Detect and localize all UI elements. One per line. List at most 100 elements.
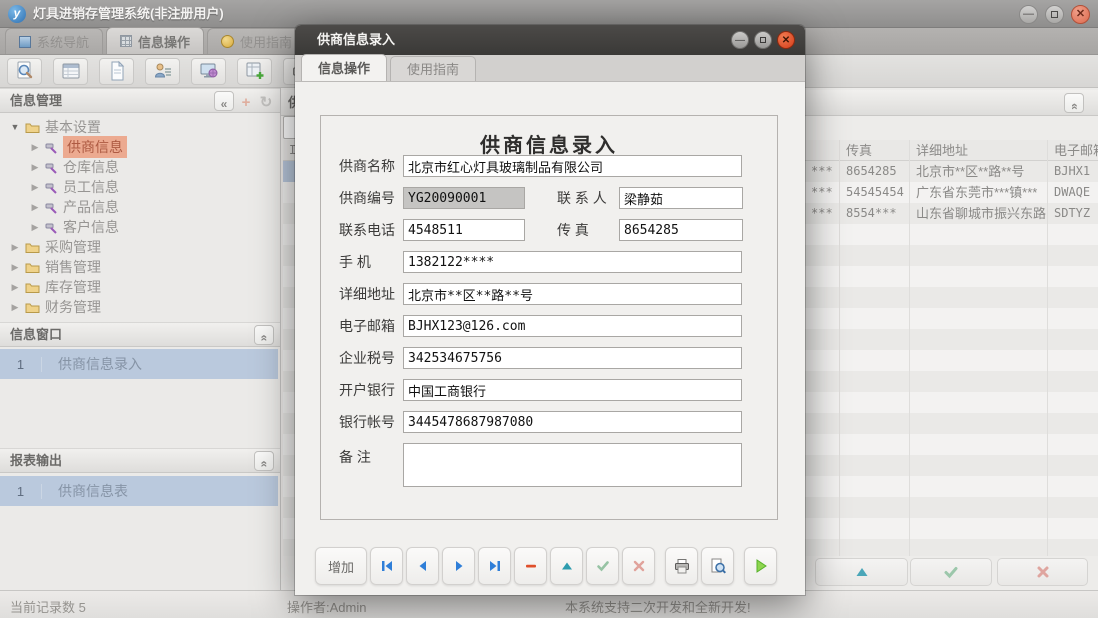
table-row[interactable]: *** 8554*** 山东省聊城市振兴东路 SDTYZ [805, 203, 1098, 224]
first-record-button[interactable] [370, 547, 403, 585]
table-view-button[interactable] [53, 58, 88, 85]
tree-label: 仓库信息 [63, 157, 119, 177]
tree-item-employee-info[interactable]: ▶ 员工信息 [0, 177, 278, 197]
next-record-button[interactable] [442, 547, 475, 585]
close-icon: ✕ [1076, 9, 1085, 20]
minimize-button[interactable]: — [1019, 5, 1038, 24]
panel-title: 信息窗口 [10, 327, 62, 342]
field-label: 供商编号 [339, 188, 403, 208]
collapse-sidebar-button[interactable]: « [214, 91, 234, 111]
collapse-panel-button[interactable]: « [254, 451, 274, 471]
data-grid[interactable]: 传真 详细地址 电子邮箱 *** 8654285 北京市**区**路**号 BJ… [805, 140, 1098, 556]
tree-item-warehouse-info[interactable]: ▶ 仓库信息 [0, 157, 278, 177]
last-record-button[interactable] [478, 547, 511, 585]
print-preview-button[interactable] [701, 547, 734, 585]
refresh-icon[interactable]: ↻ [258, 91, 274, 111]
add-icon[interactable]: + [238, 91, 254, 111]
tree-folder-sales-mgmt[interactable]: ▶ 销售管理 [0, 257, 278, 277]
grid-icon [120, 35, 132, 47]
tree-folder-inventory-mgmt[interactable]: ▶ 库存管理 [0, 277, 278, 297]
chevron-up-icon: « [1062, 103, 1087, 110]
tree-item-customer-info[interactable]: ▶ 客户信息 [0, 217, 278, 237]
expander-icon[interactable]: ▶ [10, 282, 20, 293]
tool-icon [45, 141, 58, 154]
monitor-button[interactable] [191, 58, 226, 85]
confirm-button[interactable] [586, 547, 619, 585]
print-button[interactable] [665, 547, 698, 585]
contact-person-field[interactable] [619, 187, 743, 209]
new-document-button[interactable] [99, 58, 134, 85]
expander-icon[interactable]: ▶ [10, 262, 20, 273]
expander-icon[interactable]: ▶ [10, 302, 20, 313]
table-row[interactable]: *** 54545454 广东省东莞市***镇*** DWAQE [805, 182, 1098, 203]
info-window-item[interactable]: 1 供商信息录入 [0, 349, 278, 379]
report-item[interactable]: 1 供商信息表 [0, 476, 278, 506]
expander-open-icon[interactable]: ▼ [10, 122, 20, 132]
cancel-button[interactable] [622, 547, 655, 585]
table-add-button[interactable] [237, 58, 272, 85]
expander-icon[interactable]: ▶ [30, 182, 40, 193]
bank-account-field[interactable] [403, 411, 742, 433]
sidebar: 信息管理 + ↻ « ▼ 基本设置 ▶ 供商信息 ▶ 仓库信息 [0, 88, 281, 590]
tree-item-supplier-info[interactable]: ▶ 供商信息 [0, 137, 278, 157]
dialog-tab-user-guide[interactable]: 使用指南 [390, 56, 476, 81]
confirm-button[interactable] [910, 558, 992, 586]
expander-icon[interactable]: ▶ [30, 142, 40, 153]
form-title: 供商信息录入 [321, 129, 777, 155]
top-record-button[interactable] [550, 547, 583, 585]
tree-folder-finance-mgmt[interactable]: ▶ 财务管理 [0, 297, 278, 317]
dialog-maximize-button[interactable] [754, 31, 772, 49]
collapse-panel-button[interactable]: « [254, 325, 274, 345]
tab-info-ops[interactable]: 信息操作 [106, 27, 204, 54]
cancel-button[interactable] [997, 558, 1088, 586]
dialog-tab-info-ops[interactable]: 信息操作 [301, 54, 387, 81]
window-titlebar: y 灯具进销存管理系统(非注册用户) — ✕ [0, 0, 1098, 28]
panel-header-report-output: 报表输出 « [0, 448, 280, 473]
close-button[interactable]: ✕ [1071, 5, 1090, 24]
delete-record-button[interactable] [514, 547, 547, 585]
tab-system-nav[interactable]: 系统导航 [5, 28, 103, 54]
tree-label: 客户信息 [63, 217, 119, 237]
printer-icon [673, 557, 691, 575]
tree-folder-purchase-mgmt[interactable]: ▶ 采购管理 [0, 237, 278, 257]
dialog-minimize-button[interactable]: — [731, 31, 749, 49]
field-label: 联系电话 [339, 220, 403, 240]
operator-label: 操作者:Admin [287, 597, 366, 616]
search-document-icon [14, 60, 36, 82]
item-label: 供商信息表 [42, 481, 128, 501]
grid-header-row: 传真 详细地址 电子邮箱 [805, 140, 1098, 161]
expander-icon[interactable]: ▶ [30, 162, 40, 173]
phone-field[interactable] [403, 219, 525, 241]
expander-icon[interactable]: ▶ [30, 202, 40, 213]
tree-item-product-info[interactable]: ▶ 产品信息 [0, 197, 278, 217]
address-field[interactable] [403, 283, 742, 305]
chevron-up-icon: « [252, 461, 276, 468]
run-button[interactable] [744, 547, 777, 585]
top-button[interactable] [815, 558, 908, 586]
last-icon [487, 558, 503, 574]
tax-number-field[interactable] [403, 347, 742, 369]
search-button[interactable] [7, 58, 42, 85]
field-label: 详细地址 [339, 284, 403, 304]
table-row[interactable]: *** 8654285 北京市**区**路**号 BJHX1 [805, 161, 1098, 182]
field-label: 银行帐号 [339, 412, 403, 432]
prev-record-button[interactable] [406, 547, 439, 585]
add-record-button[interactable]: 增加 [315, 547, 367, 585]
tab-user-guide[interactable]: 使用指南 [207, 28, 306, 54]
supplier-code-field[interactable] [403, 187, 525, 209]
user-list-button[interactable] [145, 58, 180, 85]
preview-icon [709, 557, 727, 575]
supplier-name-field[interactable] [403, 155, 742, 177]
tree-folder-basic-settings[interactable]: ▼ 基本设置 [0, 117, 278, 137]
collapse-content-button[interactable]: « [1064, 93, 1084, 113]
bank-field[interactable] [403, 379, 742, 401]
fax-field[interactable] [619, 219, 743, 241]
expander-icon[interactable]: ▶ [10, 242, 20, 253]
email-field[interactable] [403, 315, 742, 337]
maximize-button[interactable] [1045, 5, 1064, 24]
dialog-close-button[interactable]: ✕ [777, 31, 795, 49]
dialog-titlebar[interactable]: 供商信息录入 — ✕ [295, 25, 805, 55]
expander-icon[interactable]: ▶ [30, 222, 40, 233]
remark-field[interactable] [403, 443, 742, 487]
mobile-field[interactable] [403, 251, 742, 273]
